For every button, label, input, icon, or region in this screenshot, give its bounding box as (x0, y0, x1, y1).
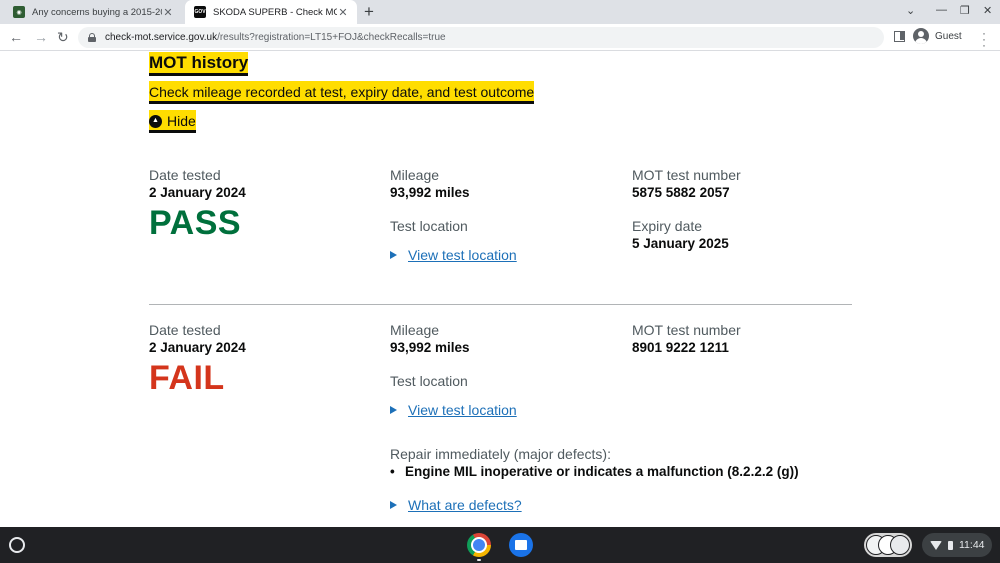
running-indicator (477, 559, 481, 561)
defect-list-item: • Engine MIL inoperative or indicates a … (390, 463, 799, 481)
side-panel-icon[interactable] (894, 31, 905, 42)
tab-title: SKODA SUPERB - Check MOT his (213, 6, 337, 18)
minimize-icon[interactable]: — (936, 4, 947, 16)
bullet-icon: • (390, 464, 395, 479)
mot-history-summary[interactable]: Check mileage recorded at test, expiry d… (149, 83, 535, 101)
url-domain: check-mot.service.gov.uk (105, 32, 218, 43)
browser-toolbar: ← → ↻ check-mot.service.gov.uk/results?r… (0, 24, 1000, 51)
gov-favicon-icon: GOV (194, 6, 206, 18)
view-test-location-link[interactable]: View test location (390, 401, 517, 419)
launcher-icon[interactable] (9, 537, 25, 553)
view-test-location-link[interactable]: View test location (390, 246, 517, 264)
section-divider (149, 304, 852, 305)
wifi-icon (930, 540, 942, 550)
date-tested-label: Date tested (149, 167, 221, 183)
chrome-app-icon[interactable] (467, 533, 491, 557)
holding-space-tray[interactable] (864, 533, 912, 557)
close-window-icon[interactable]: ✕ (983, 4, 992, 17)
lock-icon[interactable] (88, 33, 96, 42)
tab-forum[interactable]: ◉ Any concerns buying a 2015-2019 ✕ (4, 0, 182, 24)
mileage-label: Mileage (390, 322, 440, 338)
new-tab-button[interactable]: + (364, 2, 374, 22)
test-number-value: 8901 9222 1211 (632, 340, 729, 355)
disclosure-triangle-icon (390, 406, 397, 414)
mileage-value: 93,992 miles (390, 185, 470, 200)
address-bar[interactable]: check-mot.service.gov.uk/results?registr… (78, 27, 884, 48)
hide-label: Hide (167, 113, 196, 129)
reload-icon[interactable]: ↻ (57, 28, 69, 46)
profile-label: Guest (935, 30, 962, 42)
status-tray[interactable]: 11:44 (922, 533, 992, 557)
restore-icon[interactable]: ❐ (960, 4, 970, 17)
forum-favicon-icon: ◉ (13, 6, 25, 18)
files-app-icon[interactable] (509, 533, 533, 557)
date-tested-label: Date tested (149, 322, 221, 338)
expiry-date-label: Expiry date (632, 218, 703, 234)
test-number-label: MOT test number (632, 322, 741, 338)
mileage-label: Mileage (390, 167, 440, 183)
os-shelf: 11:44 (0, 527, 1000, 563)
date-tested-value: 2 January 2024 (149, 340, 246, 355)
hide-toggle[interactable]: ▲ Hide (149, 112, 196, 130)
forward-arrow-icon[interactable]: → (34, 28, 48, 46)
tab-strip: ◉ Any concerns buying a 2015-2019 ✕ GOV … (0, 0, 1000, 24)
chevron-up-icon: ▲ (149, 114, 162, 128)
disclosure-triangle-icon (390, 501, 397, 509)
test-location-label: Test location (390, 373, 468, 389)
url-path: /results?registration=LT15+FOJ&checkReca… (217, 32, 446, 43)
view-test-location-text: View test location (408, 247, 517, 263)
major-defects-heading: Repair immediately (major defects): (390, 446, 611, 462)
thumbnail-icon (890, 535, 910, 555)
defect-text: Engine MIL inoperative or indicates a ma… (405, 464, 799, 479)
back-arrow-icon[interactable]: ← (9, 28, 23, 46)
test-result-pass: PASS (149, 204, 242, 242)
profile-button[interactable]: Guest (913, 28, 962, 44)
avatar-icon (913, 28, 929, 44)
disclosure-triangle-icon (390, 251, 397, 259)
tab-search-icon[interactable]: ⌄ (906, 4, 915, 17)
page-content: MOT history Check mileage recorded at te… (0, 52, 1000, 527)
tab-title: Any concerns buying a 2015-2019 (32, 6, 162, 18)
date-tested-value: 2 January 2024 (149, 185, 246, 200)
mot-history-heading[interactable]: MOT history (149, 53, 249, 73)
what-are-defects-text: What are defects? (408, 497, 522, 513)
expiry-date-value: 5 January 2025 (632, 236, 729, 251)
close-tab-icon[interactable]: ✕ (162, 6, 174, 19)
test-result-fail: FAIL (149, 359, 225, 397)
battery-icon (948, 540, 953, 550)
test-location-label: Test location (390, 218, 468, 234)
mileage-value: 93,992 miles (390, 340, 470, 355)
what-are-defects-link[interactable]: What are defects? (390, 496, 522, 514)
view-test-location-text: View test location (408, 402, 517, 418)
clock: 11:44 (959, 539, 985, 551)
close-tab-icon[interactable]: ✕ (337, 6, 349, 19)
tab-mot-history[interactable]: GOV SKODA SUPERB - Check MOT his ✕ (185, 0, 357, 24)
test-number-value: 5875 5882 2057 (632, 185, 730, 200)
test-number-label: MOT test number (632, 167, 741, 183)
more-menu-icon[interactable]: · · · (982, 27, 986, 51)
